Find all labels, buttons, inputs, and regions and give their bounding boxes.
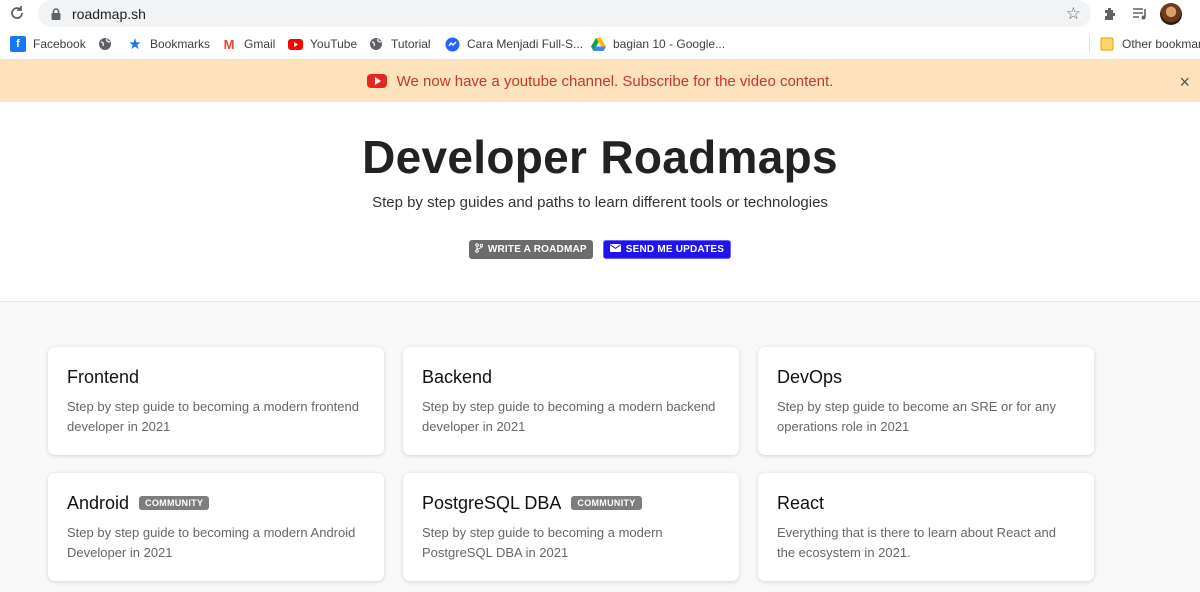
roadmap-card-react[interactable]: React Everything that is there to learn … — [758, 473, 1094, 581]
address-bar[interactable]: roadmap.sh ☆ — [38, 0, 1091, 27]
banner-text[interactable]: We now have a youtube channel. Subscribe… — [397, 73, 834, 90]
card-title: Android — [67, 492, 130, 513]
card-description: Step by step guide to becoming a modern … — [422, 525, 663, 560]
folder-icon — [1099, 36, 1115, 52]
send-updates-label: SEND ME UPDATES — [625, 244, 725, 255]
browser-toolbar: roadmap.sh ☆ — [0, 0, 1200, 28]
card-title: Backend — [422, 366, 493, 387]
facebook-icon: f — [10, 36, 26, 52]
card-title: DevOps — [777, 366, 843, 387]
card-description: Everything that is there to learn about … — [777, 525, 1056, 560]
page-subtitle: Step by step guides and paths to learn d… — [372, 194, 828, 211]
bookmark-globe[interactable] — [97, 36, 120, 52]
announcement-banner[interactable]: We now have a youtube channel. Subscribe… — [0, 60, 1200, 102]
envelope-icon — [609, 244, 621, 255]
roadmap-card-frontend[interactable]: Frontend Step by step guide to becoming … — [48, 347, 384, 455]
profile-avatar[interactable] — [1160, 3, 1182, 25]
youtube-icon — [366, 74, 387, 88]
bookmark-other-bookmarks[interactable]: Other bookmarks — [1099, 36, 1200, 52]
bookmark-star-icon[interactable]: ☆ — [1066, 4, 1081, 24]
write-roadmap-label: WRITE A ROADMAP — [487, 244, 587, 255]
card-description: Step by step guide to becoming a modern … — [422, 399, 716, 434]
bookmark-bookmarks[interactable]: ★ Bookmarks — [127, 36, 210, 53]
send-updates-button[interactable]: SEND ME UPDATES — [602, 240, 732, 259]
card-description: Step by step guide to become an SRE or f… — [777, 399, 1056, 434]
gmail-icon: M — [223, 36, 235, 52]
community-badge: COMMUNITY — [139, 496, 210, 510]
roadmap-card-android[interactable]: Android COMMUNITY Step by step guide to … — [48, 473, 384, 581]
bookmark-facebook[interactable]: f Facebook — [10, 36, 86, 52]
close-icon[interactable]: × — [1179, 72, 1190, 93]
globe-icon — [97, 36, 113, 52]
youtube-icon — [287, 36, 303, 52]
bookmark-bagian-10[interactable]: bagian 10 - Google... — [590, 36, 725, 52]
media-control-icon[interactable] — [1130, 4, 1150, 24]
bookmark-youtube[interactable]: YouTube — [287, 36, 357, 52]
extensions-icon[interactable] — [1100, 4, 1120, 24]
bookmarks-bar: f Facebook ★ Bookmarks M Gmail YouTube T… — [0, 28, 1200, 60]
card-title: React — [777, 492, 825, 513]
card-title: Frontend — [67, 366, 140, 387]
drive-icon — [590, 36, 606, 52]
bookmark-tutorial[interactable]: Tutorial — [368, 36, 431, 52]
page-title: Developer Roadmaps — [362, 131, 838, 183]
roadmap-card-postgresql-dba[interactable]: PostgreSQL DBA COMMUNITY Step by step gu… — [403, 473, 739, 581]
hero-section: Developer Roadmaps Step by step guides a… — [0, 102, 1200, 302]
bookmark-cara-menjadi[interactable]: Cara Menjadi Full-S... — [444, 36, 583, 52]
roadmap-card-backend[interactable]: Backend Step by step guide to becoming a… — [403, 347, 739, 455]
site-icon — [444, 36, 460, 52]
bookmark-gmail[interactable]: M Gmail — [221, 36, 276, 52]
community-badge: COMMUNITY — [571, 496, 642, 510]
globe-icon — [368, 36, 384, 52]
branch-icon — [475, 243, 484, 256]
roadmap-card-devops[interactable]: DevOps Step by step guide to become an S… — [758, 347, 1094, 455]
hero-actions: WRITE A ROADMAP SEND ME UPDATES — [0, 240, 1200, 259]
card-description: Step by step guide to becoming a modern … — [67, 399, 359, 434]
lock-icon — [50, 7, 62, 21]
card-title: PostgreSQL DBA — [422, 492, 562, 513]
reload-icon[interactable] — [8, 4, 26, 22]
star-icon: ★ — [128, 36, 142, 53]
bookmarks-separator — [1089, 36, 1090, 52]
roadmap-grid: Frontend Step by step guide to becoming … — [0, 302, 1200, 592]
write-roadmap-button[interactable]: WRITE A ROADMAP — [468, 240, 593, 259]
card-description: Step by step guide to becoming a modern … — [67, 525, 356, 560]
url-text[interactable]: roadmap.sh — [72, 6, 146, 22]
